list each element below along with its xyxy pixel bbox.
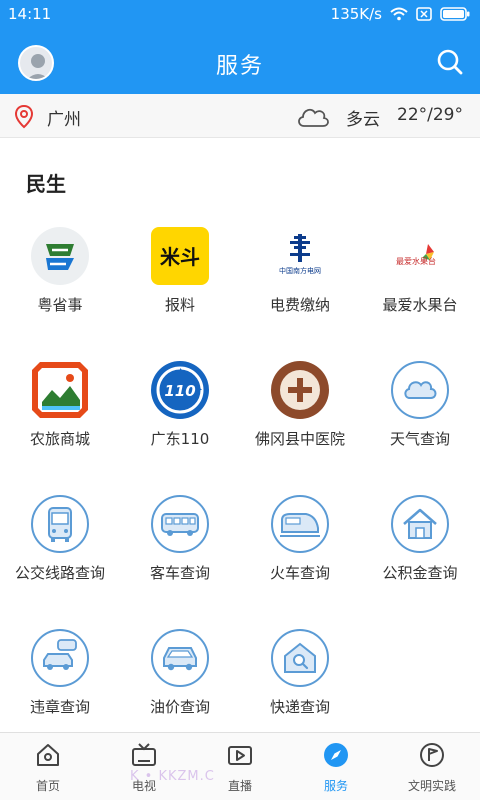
city-name: 广州 xyxy=(47,110,81,130)
power-grid-logo-text: 中国南方电网 xyxy=(279,266,321,275)
sim-icon xyxy=(416,7,432,21)
power-grid-logo-icon: 中国南方电网 xyxy=(271,227,329,285)
cloud-icon xyxy=(298,108,329,127)
tab-label: 文明实践 xyxy=(407,779,456,793)
package-search-icon xyxy=(271,629,329,687)
service-item[interactable]: 农旅商城 xyxy=(0,356,120,466)
watermark: K • KKZM.C xyxy=(130,769,215,784)
house-icon xyxy=(391,495,449,553)
status-time: 14:11 xyxy=(8,5,52,23)
search-icon[interactable] xyxy=(436,48,464,76)
flag-badge-icon xyxy=(420,743,444,767)
app-header: 14:11 135K/s 服务 xyxy=(0,0,480,94)
home-icon xyxy=(37,744,59,766)
network-speed: 135K/s xyxy=(330,5,382,23)
yueshengshi-logo-icon xyxy=(31,227,89,285)
service-label: 违章查询 xyxy=(29,698,90,716)
baoliao-logo-text: 米斗 xyxy=(160,245,200,269)
compass-icon xyxy=(324,743,348,767)
tab-tv[interactable]: 电视 xyxy=(96,733,192,800)
service-label: 客车查询 xyxy=(149,564,210,582)
fruit-logo-text: 最爱水果台 xyxy=(396,256,436,266)
agri-tourism-mall-logo-icon xyxy=(32,362,88,418)
service-item[interactable]: 米斗 报料 xyxy=(120,222,240,332)
page-title: 服务 xyxy=(215,54,264,79)
tab-home[interactable]: 首页 xyxy=(0,733,96,800)
weather-bar[interactable]: 广州 多云 22°/29° xyxy=(0,94,480,138)
train-icon xyxy=(271,495,329,553)
tab-civilization-practice[interactable]: 文明实践 xyxy=(384,733,480,800)
section-title: 民生 xyxy=(26,172,66,196)
service-item[interactable]: 火车查询 xyxy=(240,490,360,600)
service-item[interactable]: 佛冈县中医院 xyxy=(240,356,360,466)
video-camera-icon xyxy=(228,746,252,765)
guangdong-110-logo-icon: 110 xyxy=(151,361,209,419)
service-item[interactable]: 粤省事 xyxy=(0,222,120,332)
car-icon xyxy=(151,629,209,687)
tv-icon xyxy=(132,743,156,766)
service-item[interactable]: 公交线路查询 xyxy=(0,490,120,600)
tab-live[interactable]: 直播 xyxy=(192,733,288,800)
service-item[interactable]: 油价查询 xyxy=(120,624,240,734)
location-pin-icon xyxy=(14,105,34,129)
service-item[interactable]: 快递查询 xyxy=(240,624,360,734)
service-label: 广东110 xyxy=(150,430,210,448)
service-label: 最爱水果台 xyxy=(382,296,458,314)
service-label: 天气查询 xyxy=(389,430,450,448)
service-item[interactable]: 公积金查询 xyxy=(360,490,480,600)
weather-condition: 多云 xyxy=(346,110,380,130)
service-label: 佛冈县中医院 xyxy=(254,430,345,448)
service-label: 公积金查询 xyxy=(382,564,458,582)
service-item[interactable]: 违章查询 xyxy=(0,624,120,734)
service-label: 农旅商城 xyxy=(29,430,90,448)
service-label: 电费缴纳 xyxy=(269,296,330,314)
weather-query-icon xyxy=(391,361,449,419)
weather-temperature: 22°/29° xyxy=(397,105,463,125)
car-violation-icon xyxy=(31,629,89,687)
status-icons: 135K/s xyxy=(331,5,470,23)
fruit-platform-logo-icon: 最爱水果台 xyxy=(391,227,449,285)
baoliao-logo-icon: 米斗 xyxy=(151,227,209,285)
service-item[interactable]: 天气查询 xyxy=(360,356,480,466)
wifi-icon xyxy=(390,7,408,21)
service-item[interactable]: 客车查询 xyxy=(120,490,240,600)
status-bar: 14:11 135K/s xyxy=(0,0,480,30)
service-item[interactable]: 中国南方电网 电费缴纳 xyxy=(240,222,360,332)
service-item[interactable]: 最爱水果台 最爱水果台 xyxy=(360,222,480,332)
service-label: 报料 xyxy=(164,296,195,314)
battery-icon xyxy=(440,7,470,21)
service-item[interactable]: 110 广东110 xyxy=(120,356,240,466)
tab-label: 首页 xyxy=(35,779,60,793)
service-label: 公交线路查询 xyxy=(14,564,105,582)
bottom-tab-bar: 首页 电视 直播 服务 文明实践 K • KKZM.C xyxy=(0,732,480,800)
tab-services[interactable]: 服务 xyxy=(288,733,384,800)
bus-icon xyxy=(31,495,89,553)
service-label: 火车查询 xyxy=(269,564,330,582)
service-label: 快递查询 xyxy=(269,698,330,716)
service-label: 粤省事 xyxy=(37,296,83,314)
title-bar: 服务 xyxy=(0,30,480,94)
service-label: 油价查询 xyxy=(149,698,210,716)
police-logo-text: 110 xyxy=(164,382,195,400)
hospital-logo-icon xyxy=(271,361,329,419)
tab-label: 服务 xyxy=(323,779,348,793)
coach-icon xyxy=(151,495,209,553)
